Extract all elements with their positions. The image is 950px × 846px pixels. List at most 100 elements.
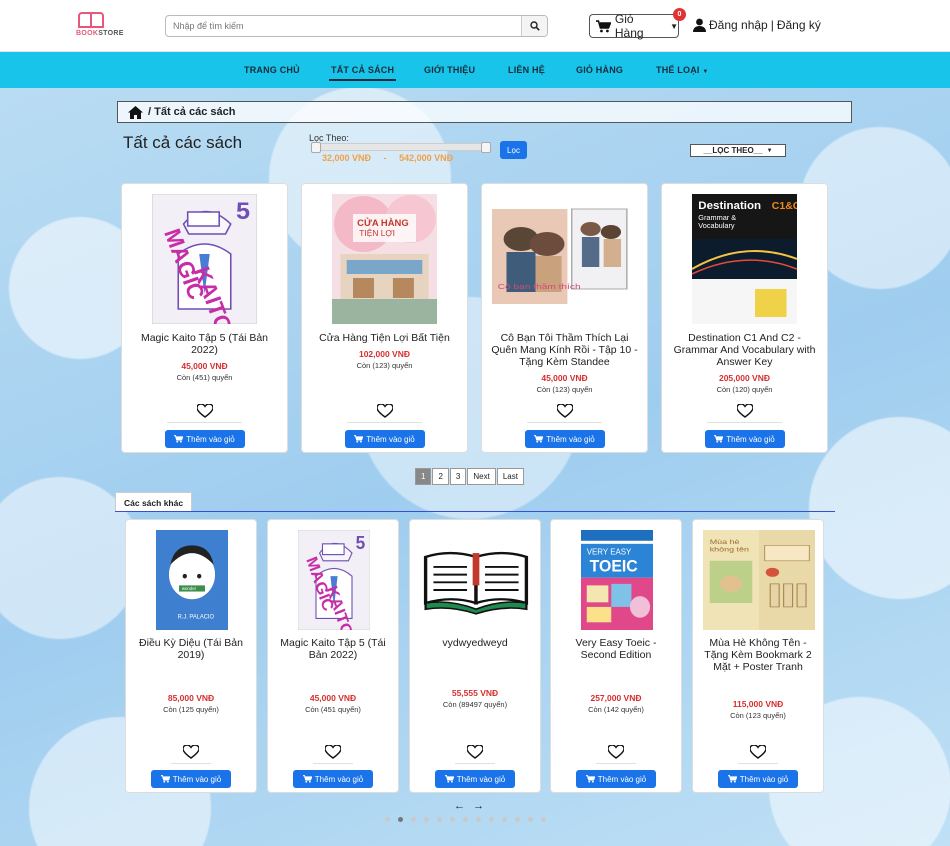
book-cover-image[interactable]: MAGIC KAITO 5 [152, 194, 257, 324]
product-card[interactable]: Cô bạn thầm thích Cô Bạn Tôi Thầm Thích … [481, 183, 648, 453]
product-card[interactable]: CỬA HÀNG TIỆN LỢI Cửa Hàng Tiện Lợi Bất … [301, 183, 468, 453]
search-icon [529, 21, 540, 31]
heart-icon[interactable] [466, 744, 484, 759]
heart-icon[interactable] [607, 744, 625, 759]
carousel-dot[interactable] [502, 817, 507, 822]
add-to-cart-button[interactable]: Thêm vào giỏ [151, 770, 231, 788]
cart-icon [174, 435, 184, 443]
heart-icon[interactable] [182, 744, 200, 759]
carousel-prev-arrow[interactable]: ← [454, 800, 465, 812]
nav-item-contact[interactable]: LIÊN HỆ [508, 65, 545, 75]
carousel-arrows: ← → [454, 800, 492, 812]
book-cover-image[interactable]: Destination C1&C2 Grammar & Vocabulary [692, 194, 797, 324]
add-to-cart-button[interactable]: Thêm vào giỏ [576, 770, 656, 788]
add-to-cart-label: Thêm vào giỏ [172, 774, 222, 784]
card-divider [347, 422, 422, 423]
filter-button[interactable]: Lọc [500, 141, 527, 159]
add-to-cart-button[interactable]: Thêm vào giỏ [344, 430, 425, 448]
product-price: 45,000 VNĐ [309, 693, 357, 703]
book-cover-image[interactable]: VERY EASY TOEIC [581, 530, 653, 630]
carousel-dot[interactable] [463, 817, 468, 822]
last-page-button[interactable]: Last [496, 468, 524, 485]
product-name[interactable]: Very Easy Toeic - Second Edition [557, 637, 675, 661]
product-name[interactable]: Cửa Hàng Tiện Lợi Bất Tiện [308, 332, 461, 344]
other-books-tab[interactable]: Các sách khác [115, 492, 193, 512]
book-cover-image[interactable]: MAGIC KAITO 5 [298, 530, 370, 630]
carousel-dot[interactable] [424, 817, 429, 822]
product-card[interactable]: Mùa hè không tên Mùa Hè Không Tên - Tặng… [692, 519, 824, 793]
nav-item-home[interactable]: TRANG CHỦ [244, 65, 300, 75]
heart-icon[interactable] [195, 403, 214, 418]
svg-text:Mùa hè: Mùa hè [710, 538, 740, 545]
product-card[interactable]: VERY EASY TOEIC Very Easy Toeic - Second… [550, 519, 682, 793]
product-name[interactable]: Mùa Hè Không Tên - Tặng Kèm Bookmark 2 M… [699, 637, 817, 673]
heart-icon[interactable] [375, 403, 394, 418]
carousel-dot[interactable] [489, 817, 494, 822]
categories-label: THỂ LOẠI [656, 65, 700, 75]
bookstore-logo[interactable]: BOOKSTORE [76, 12, 128, 42]
cart-dropdown-button[interactable]: Giỏ Hàng ▼ [589, 12, 679, 40]
add-to-cart-button[interactable]: Thêm vào giỏ [435, 770, 515, 788]
carousel-dot[interactable] [528, 817, 533, 822]
heart-icon[interactable] [749, 744, 767, 759]
book-cover-image[interactable]: Mùa hè không tên [703, 530, 815, 630]
product-card[interactable]: Destination C1&C2 Grammar & Vocabulary D… [661, 183, 828, 453]
page-2-button[interactable]: 2 [432, 468, 449, 485]
book-cover-image[interactable]: wonder R.J. PALACIO [156, 530, 228, 630]
search-button[interactable] [521, 16, 547, 36]
carousel-dot[interactable] [515, 817, 520, 822]
product-card[interactable]: wonder R.J. PALACIO Điều Kỳ Diệu (Tái Bả… [125, 519, 257, 793]
next-page-button[interactable]: Next [467, 468, 496, 485]
carousel-dot[interactable] [411, 817, 416, 822]
add-to-cart-button[interactable]: Thêm vào giỏ [524, 430, 605, 448]
book-cover-image[interactable]: CỬA HÀNG TIỆN LỢI [332, 194, 437, 324]
product-name[interactable]: vydwyedweyd [416, 637, 534, 649]
product-card[interactable]: MAGIC KAITO 5 Magic Kaito Tập 5 (Tái Bản… [267, 519, 399, 793]
nav-item-all-books[interactable]: TẤT CẢ SÁCH [328, 65, 397, 81]
product-name[interactable]: Điều Kỳ Diệu (Tái Bản 2019) [132, 637, 250, 661]
product-name[interactable]: Magic Kaito Tập 5 (Tái Bản 2022) [274, 637, 392, 661]
page-1-button[interactable]: 1 [415, 468, 432, 485]
carousel-dot[interactable] [398, 817, 403, 822]
add-to-cart-button[interactable]: Thêm vào giỏ [164, 430, 245, 448]
price-range-values: 32,000 VNĐ - 542,000 VNĐ [322, 153, 463, 163]
carousel-dot[interactable] [541, 817, 546, 822]
heart-icon[interactable] [555, 403, 574, 418]
heart-icon[interactable] [735, 403, 754, 418]
search-input[interactable] [166, 16, 521, 36]
carousel-dot[interactable] [385, 817, 390, 822]
product-card[interactable]: vydwyedweyd 55,555 VNĐ Còn (89497 quyển)… [409, 519, 541, 793]
product-stock: Còn (451 quyển) [305, 705, 361, 714]
product-name[interactable]: Destination C1 And C2 - Grammar And Voca… [668, 332, 821, 368]
product-name[interactable]: Magic Kaito Tập 5 (Tái Bản 2022) [128, 332, 281, 356]
heart-icon[interactable] [324, 744, 342, 759]
carousel-dot[interactable] [476, 817, 481, 822]
nav-item-about[interactable]: GIỚI THIỆU [424, 65, 475, 75]
page-3-button[interactable]: 3 [449, 468, 467, 485]
sort-label: __LỌC THEO__ [703, 146, 763, 155]
carousel-dot[interactable] [450, 817, 455, 822]
home-icon[interactable] [128, 105, 143, 119]
nav-item-cart[interactable]: GIỎ HÀNG [576, 65, 623, 75]
book-cover-image[interactable] [420, 530, 532, 630]
cart-icon [302, 775, 312, 783]
slider-max-handle[interactable] [481, 142, 491, 153]
register-link[interactable]: Đăng ký [777, 18, 821, 32]
sort-dropdown[interactable]: __LỌC THEO__ ▼ [690, 144, 786, 157]
login-link[interactable]: Đăng nhập [709, 18, 768, 32]
book-cover-image[interactable]: Cô bạn thầm thích [492, 194, 637, 324]
add-to-cart-button[interactable]: Thêm vào giỏ [718, 770, 798, 788]
slider-min-handle[interactable] [311, 142, 321, 153]
add-to-cart-button[interactable]: Thêm vào giỏ [704, 430, 785, 448]
carousel-next-arrow[interactable]: → [473, 800, 484, 812]
nav-item-categories[interactable]: THỂ LOẠI ▼ [656, 65, 708, 75]
min-price: 32,000 VNĐ [322, 153, 372, 163]
product-card[interactable]: MAGIC KAITO 5 Magic Kaito Tập 5 (Tái Bản… [121, 183, 288, 453]
add-to-cart-button[interactable]: Thêm vào giỏ [293, 770, 373, 788]
product-name[interactable]: Cô Bạn Tôi Thầm Thích Lại Quên Mang Kính… [488, 332, 641, 368]
add-to-cart-label: Thêm vào giỏ [739, 774, 789, 784]
price-range-slider[interactable] [311, 142, 491, 153]
carousel-dot[interactable] [437, 817, 442, 822]
account-links: Đăng nhập | Đăng ký [693, 18, 821, 32]
chevron-down-icon: ▼ [670, 21, 678, 31]
